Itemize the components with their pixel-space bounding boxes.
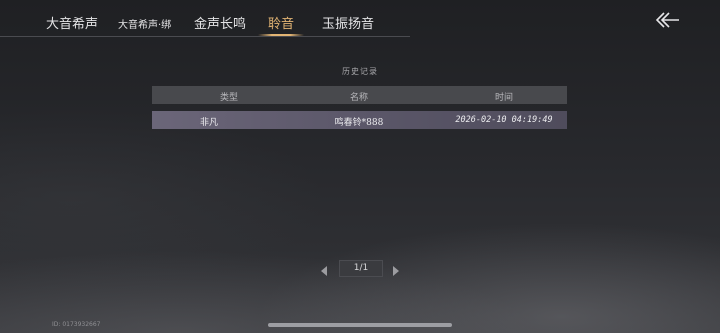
column-header-time: 时间 bbox=[494, 93, 513, 103]
tab-yuzhenyangyin[interactable]: 玉振扬音 bbox=[322, 13, 374, 32]
row-type: 非凡 bbox=[199, 118, 218, 128]
user-id-label: ID: 0173932667 bbox=[52, 321, 101, 328]
column-header-name: 名称 bbox=[349, 93, 368, 103]
row-time: 2026-02-10 04:19:49 bbox=[455, 115, 553, 125]
column-header-type: 类型 bbox=[219, 93, 238, 103]
tab-lingyin[interactable]: 聆音 bbox=[268, 13, 294, 32]
back-button[interactable] bbox=[652, 10, 682, 30]
active-tab-underline bbox=[258, 34, 304, 36]
history-title: 历史记录 bbox=[342, 67, 378, 76]
tab-dayinxisheng-bound[interactable]: 大音希声·绑 bbox=[118, 16, 171, 31]
tab-dayinxisheng[interactable]: 大音希声 bbox=[46, 13, 98, 32]
background bbox=[0, 0, 720, 333]
page-indicator-text: 1/1 bbox=[353, 263, 369, 273]
back-arrow-icon bbox=[655, 12, 679, 28]
page-indicator: 1/1 bbox=[339, 260, 383, 277]
home-indicator[interactable] bbox=[268, 323, 452, 327]
table-row[interactable]: 非凡 鸣春铃*888 2026-02-10 04:19:49 bbox=[152, 111, 567, 129]
next-page-button[interactable] bbox=[391, 262, 401, 276]
table-header: 类型 名称 时间 bbox=[152, 86, 567, 104]
row-name: 鸣春铃*888 bbox=[334, 118, 384, 128]
tab-jinshengchangming[interactable]: 金声长鸣 bbox=[194, 13, 246, 32]
tab-bar: 大音希声 大音希声·绑 金声长鸣 聆音 玉振扬音 bbox=[0, 0, 410, 37]
chevron-left-icon bbox=[321, 266, 327, 276]
chevron-right-icon bbox=[393, 266, 399, 276]
prev-page-button[interactable] bbox=[319, 262, 329, 276]
